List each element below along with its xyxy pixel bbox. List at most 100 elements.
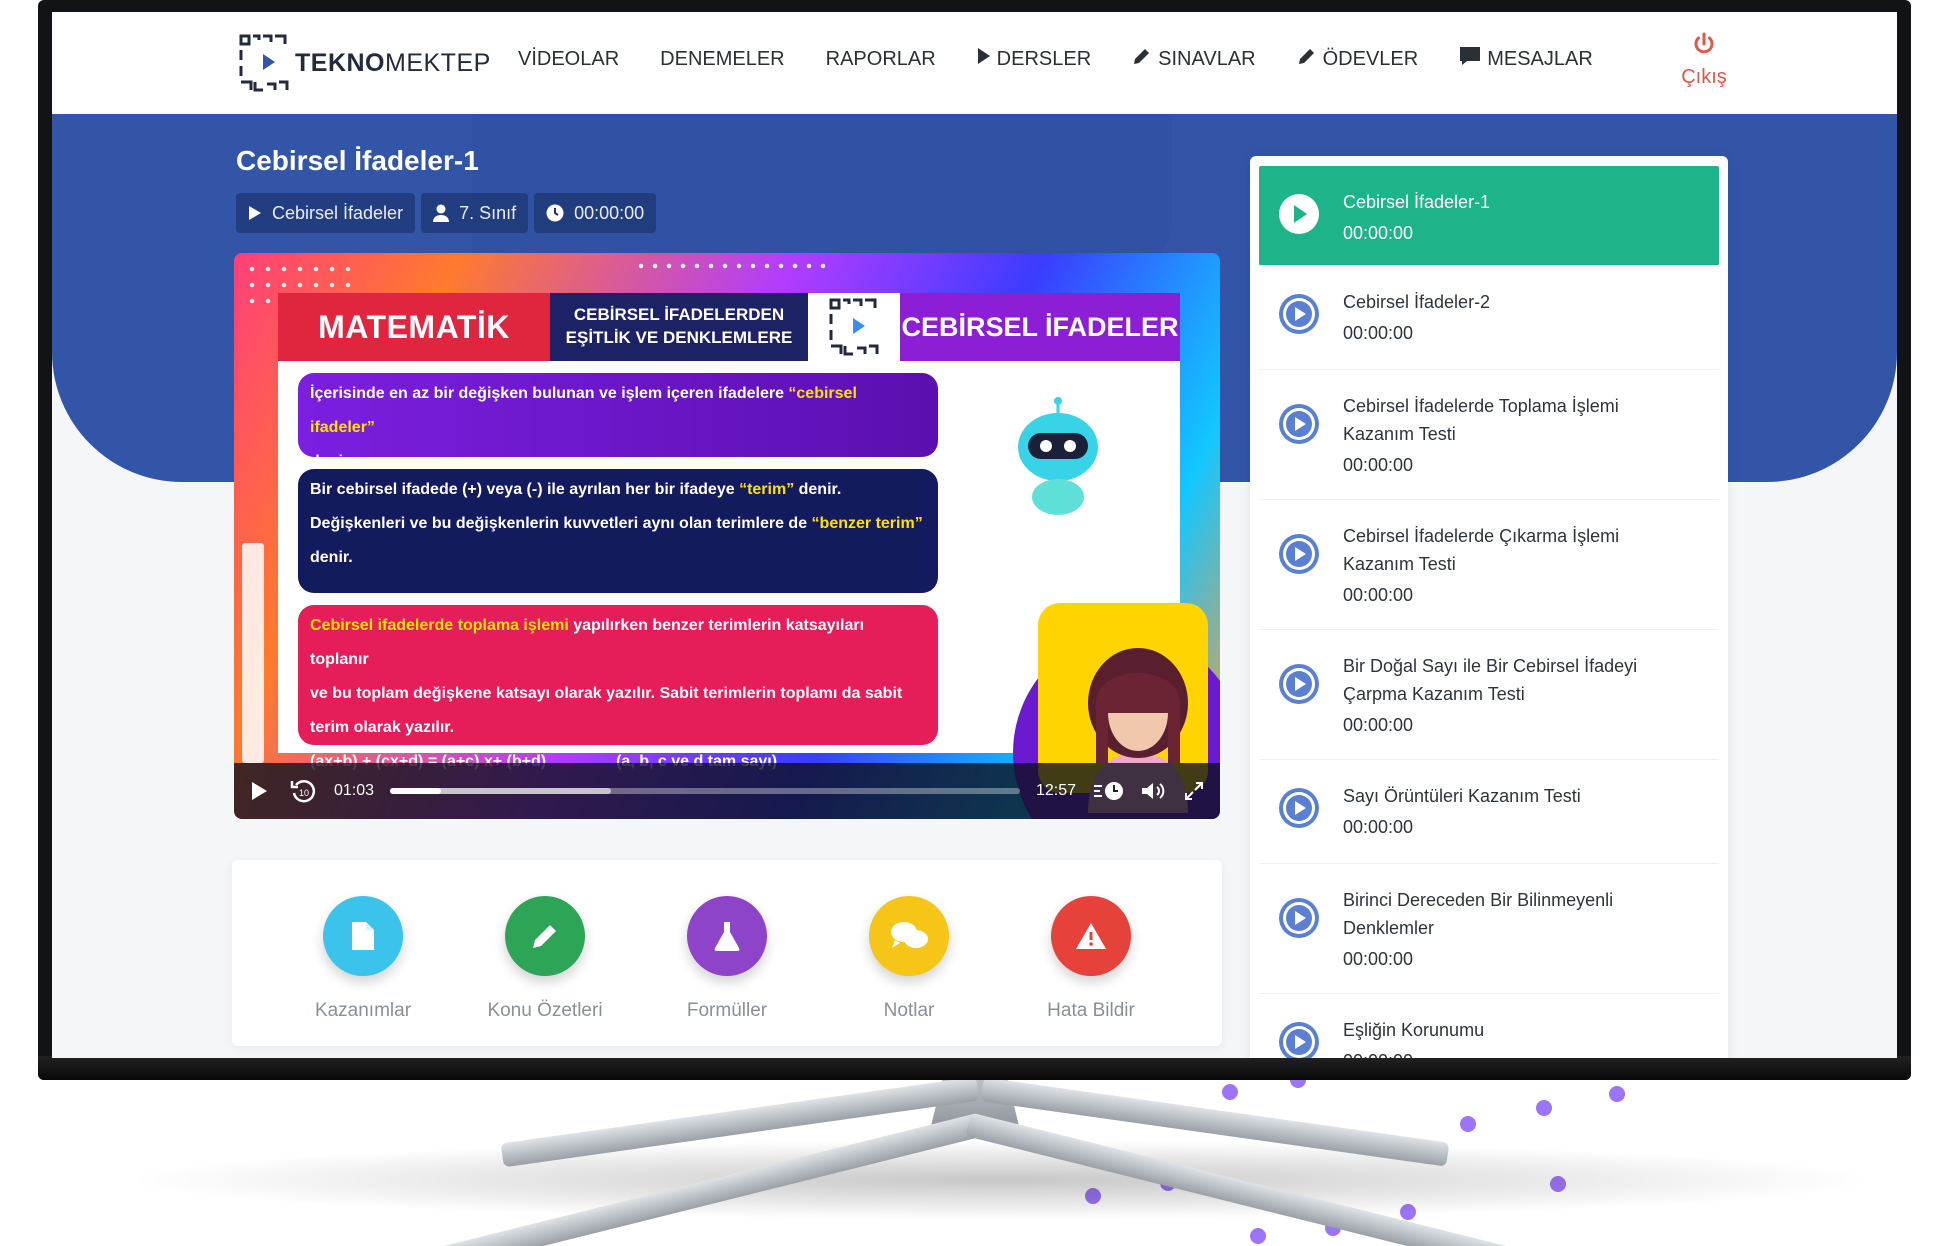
- nav-item-sinavlar[interactable]: SINAVLAR: [1132, 46, 1256, 72]
- warning-icon: [1076, 923, 1106, 949]
- action-circle: [687, 896, 767, 976]
- progress-bar[interactable]: [390, 788, 1020, 794]
- b2-l3: denir.: [310, 549, 353, 566]
- play-circle-icon: [1279, 534, 1319, 574]
- playlist-item[interactable]: Birinci Dereceden Bir Bilinmeyenli Denkl…: [1259, 864, 1719, 994]
- playlist-item[interactable]: Cebirsel İfadelerde Toplama İşlemi Kazan…: [1259, 370, 1719, 500]
- tv-bezel-bottom: [38, 1056, 1911, 1080]
- speed-icon: [1094, 782, 1123, 800]
- video-player[interactable]: MATEMATİK CEBİRSEL İFADELERDEN EŞİTLİK V…: [234, 253, 1220, 819]
- playlist-item-time: 00:00:00: [1343, 715, 1414, 735]
- playlist-item-text: Cebirsel İfadeler-2 00:00:00: [1343, 288, 1490, 346]
- playlist-item-title: Cebirsel İfadeler-1: [1343, 192, 1491, 212]
- playlist-item-title: Eşliğin Korunumu: [1343, 1020, 1485, 1040]
- stand-shadow: [120, 1140, 1880, 1220]
- b3-l3: terim olarak yazılır.: [310, 719, 455, 736]
- nav-label: SINAVLAR: [1158, 47, 1256, 70]
- power-icon: [1669, 32, 1739, 62]
- logo-text-light: MEKTEP: [385, 48, 491, 77]
- play-circle-icon: [1279, 404, 1319, 444]
- nav-item-videolar[interactable]: VİDEOLAR: [518, 46, 619, 72]
- action-label: Konu Özetleri: [487, 1000, 603, 1021]
- user-icon: [433, 204, 450, 222]
- meta-duration: 00:00:00: [534, 193, 657, 233]
- playlist-item-time: 00:00:00: [1343, 455, 1414, 475]
- playlist-item-title: Cebirsel İfadelerde Toplama İşlemi Kazan…: [1343, 396, 1619, 444]
- logout-button[interactable]: Çıkış: [1669, 32, 1739, 89]
- current-time: 01:03: [334, 782, 375, 799]
- konu-ozetleri-button[interactable]: Konu Özetleri: [470, 896, 620, 1022]
- page-title: Cebirsel İfadeler-1: [236, 145, 479, 176]
- playlist-item-time: 00:00:00: [1343, 585, 1414, 605]
- decor-dot: [1460, 1116, 1476, 1132]
- nav-item-raporlar[interactable]: RAPORLAR: [826, 46, 936, 72]
- app-screen: TEKNOMEKTEP VİDEOLAR DENEMELER RAPORLAR …: [52, 12, 1897, 1058]
- nav-item-mesajlar[interactable]: MESAJLAR: [1459, 46, 1593, 72]
- playlist-item-text: Sayı Örüntüleri Kazanım Testi 00:00:00: [1343, 782, 1581, 840]
- playlist-item-active[interactable]: Cebirsel İfadeler-1 00:00:00: [1259, 166, 1719, 266]
- playlist-item-time: 00:00:00: [1343, 223, 1414, 243]
- nav-label: RAPORLAR: [825, 47, 936, 70]
- video-controls: 10 01:03 12:57: [234, 763, 1220, 819]
- b3-l2: ve bu toplam değişkene katsayı olarak ya…: [310, 685, 903, 702]
- notlar-button[interactable]: Notlar: [834, 896, 984, 1022]
- action-label: Notlar: [883, 1000, 935, 1021]
- b2-l1-highlight: “terim”: [739, 481, 795, 498]
- brand-logo[interactable]: TEKNOMEKTEP: [237, 28, 490, 98]
- nav-label: DERSLER: [996, 47, 1092, 70]
- progress-fill: [390, 788, 442, 794]
- stage: TEKNOMEKTEP VİDEOLAR DENEMELER RAPORLAR …: [0, 0, 1942, 1246]
- volume-button[interactable]: [1140, 780, 1166, 802]
- b2-l1-a: Bir cebirsel ifadede (+) veya (-) ile ay…: [310, 481, 740, 498]
- nav-item-odevler[interactable]: ÖDEVLER: [1297, 46, 1418, 72]
- fullscreen-button[interactable]: [1184, 781, 1204, 801]
- playlist-item-time: 00:00:00: [1343, 817, 1414, 837]
- action-circle: [323, 896, 403, 976]
- logo-mark-icon: [237, 32, 291, 94]
- rewind-label: 10: [299, 788, 309, 798]
- playlist-item-title: Sayı Örüntüleri Kazanım Testi: [1343, 786, 1581, 806]
- slide-bubble-definition: İçerisinde en az bir değişken bulunan ve…: [298, 373, 938, 470]
- nav-label: MESAJLAR: [1487, 47, 1593, 70]
- pencil-icon: [533, 925, 556, 948]
- action-label: Formüller: [686, 1000, 768, 1021]
- play-circle-icon: [1279, 194, 1319, 234]
- nav-item-denemeler[interactable]: DENEMELER: [660, 46, 784, 72]
- playlist-item[interactable]: Sayı Örüntüleri Kazanım Testi 00:00:00: [1259, 760, 1719, 864]
- kazanimlar-button[interactable]: Kazanımlar: [288, 896, 438, 1022]
- decor-dot: [1609, 1086, 1625, 1102]
- formuller-button[interactable]: Formüller: [652, 896, 802, 1022]
- play-button[interactable]: [250, 781, 268, 801]
- lesson-meta: Cebirsel İfadeler 7. Sınıf 00:00:00: [236, 193, 657, 233]
- meta-topic-label: Cebirsel İfadeler: [272, 202, 404, 223]
- slide-unit-line1: CEBİRSEL İFADELERDEN: [573, 305, 785, 325]
- fullscreen-icon: [1185, 782, 1203, 800]
- playlist-item[interactable]: Eşliğin Korunumu 00:00:00: [1259, 994, 1719, 1058]
- hata-bildir-button[interactable]: Hata Bildir: [1016, 896, 1166, 1022]
- main-nav: VİDEOLAR DENEMELER RAPORLAR DERSLER SINA…: [518, 46, 1634, 72]
- playlist-item-time: 00:00:00: [1343, 949, 1414, 969]
- meta-grade-label: 7. Sınıf: [459, 202, 517, 223]
- action-label: Hata Bildir: [1047, 1000, 1135, 1021]
- logo-text: TEKNOMEKTEP: [295, 49, 491, 78]
- slide-topic: CEBİRSEL İFADELER: [900, 293, 1180, 361]
- playlist-item-title: Birinci Dereceden Bir Bilinmeyenli Denkl…: [1343, 890, 1614, 938]
- rewind-button[interactable]: 10: [290, 777, 318, 805]
- slide-header: MATEMATİK CEBİRSEL İFADELERDEN EŞİTLİK V…: [278, 293, 1180, 361]
- playlist-item[interactable]: Cebirsel İfadeler-2 00:00:00: [1259, 266, 1719, 370]
- decor-dot: [1536, 1100, 1552, 1116]
- play-circle-icon: [1279, 788, 1319, 828]
- chat-icon: [1459, 46, 1481, 72]
- playlist-item-text: Bir Doğal Sayı ile Bir Cebirsel İfadeyi …: [1343, 652, 1673, 738]
- playlist-item[interactable]: Bir Doğal Sayı ile Bir Cebirsel İfadeyi …: [1259, 630, 1719, 760]
- pencil-icon: [1132, 46, 1152, 72]
- play-circle-icon: [1279, 898, 1319, 938]
- playlist-item[interactable]: Cebirsel İfadelerde Çıkarma İşlemi Kazan…: [1259, 500, 1719, 630]
- pencil-icon: [1297, 46, 1317, 72]
- meta-duration-label: 00:00:00: [574, 202, 645, 223]
- annotation-toolbar[interactable]: [242, 543, 264, 763]
- action-panel: Kazanımlar Konu Özetleri Formüller Notla…: [232, 860, 1222, 1046]
- lesson-playlist: Cebirsel İfadeler-1 00:00:00 Cebirsel İf…: [1250, 156, 1728, 1058]
- nav-item-dersler[interactable]: DERSLER: [977, 46, 1091, 72]
- speed-button[interactable]: [1092, 780, 1126, 802]
